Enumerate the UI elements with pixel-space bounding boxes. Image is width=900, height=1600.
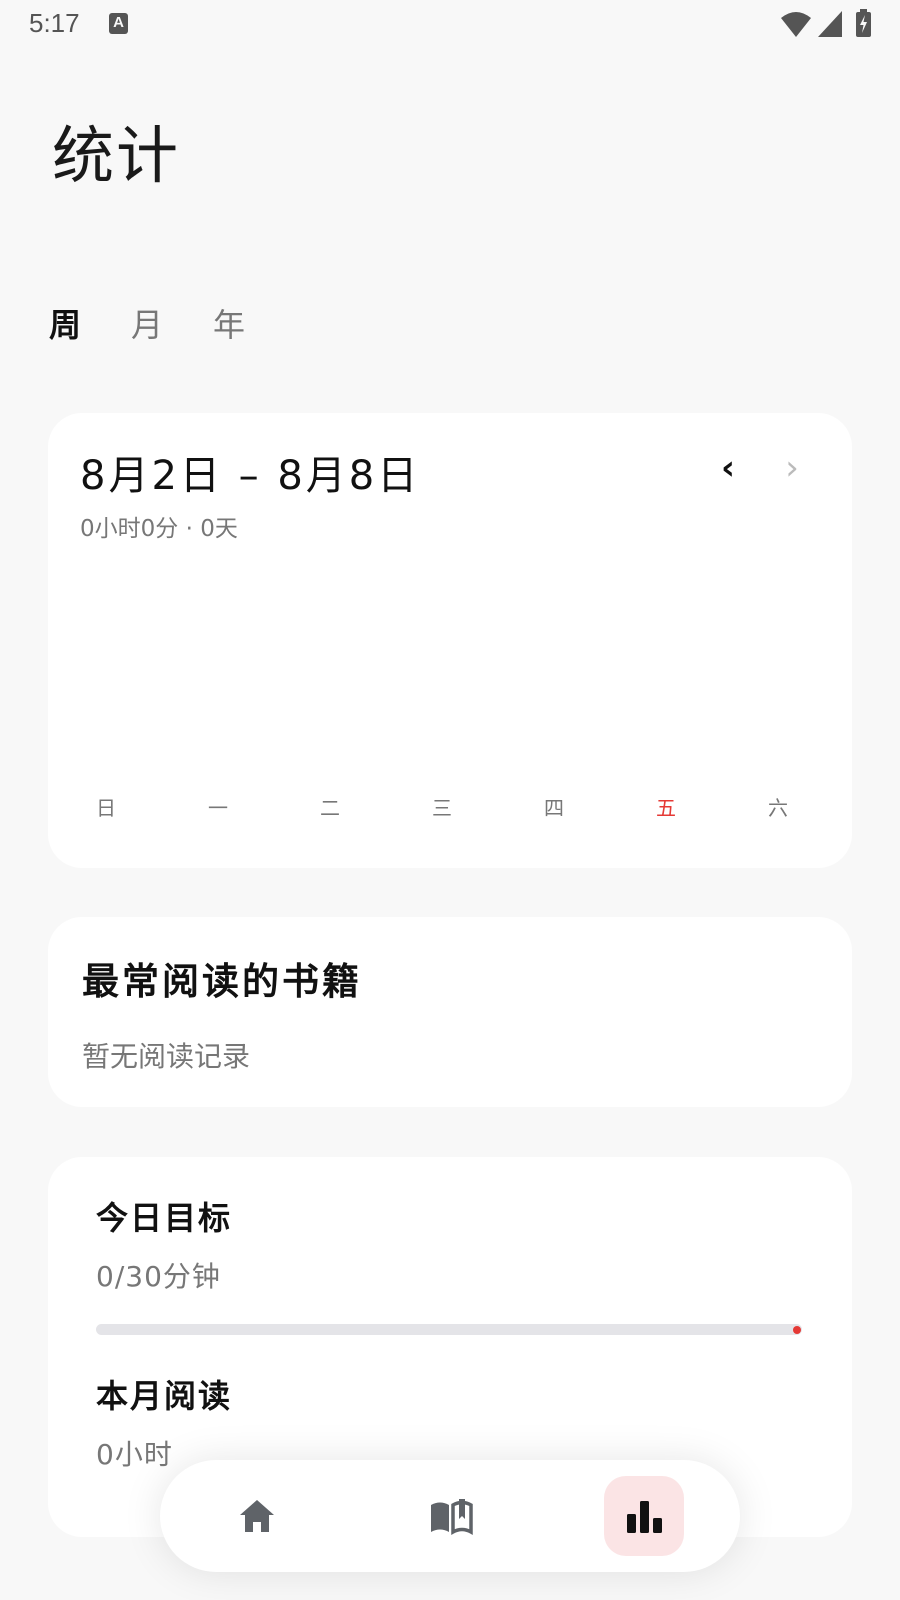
battery-icon	[856, 9, 871, 37]
book-icon	[431, 1499, 473, 1535]
most-read-books-card: 最常阅读的书籍 暂无阅读记录	[48, 917, 852, 1107]
no-records-text: 暂无阅读记录	[82, 1040, 251, 1073]
week-range: 8月2日 – 8月8日	[80, 453, 421, 499]
tab-week[interactable]: 周	[49, 300, 81, 350]
chart-day-label: 三	[432, 796, 452, 820]
tab-month[interactable]: 月	[131, 300, 163, 350]
chart-day-label: 六	[768, 796, 788, 820]
next-week-button[interactable]: ›	[772, 449, 812, 489]
chevron-right-icon: ›	[785, 448, 799, 488]
tab-year[interactable]: 年	[213, 300, 245, 350]
bottom-navigation	[160, 1460, 740, 1572]
most-read-books-title: 最常阅读的书籍	[82, 960, 362, 1003]
today-goal-progress-bar	[96, 1324, 802, 1335]
chart-day-label: 一	[208, 796, 228, 820]
nav-library-button[interactable]	[411, 1476, 491, 1556]
status-bar: 5:17 A	[0, 0, 900, 48]
weekly-stats-card: 8月2日 – 8月8日 0小时0分 · 0天 ‹ › 日 一 二 三 四 五 六	[48, 413, 852, 868]
week-summary: 0小时0分 · 0天	[80, 516, 238, 542]
progress-indicator	[793, 1326, 801, 1334]
month-reading-value: 0小时	[96, 1438, 173, 1471]
today-goal-title: 今日目标	[96, 1199, 233, 1237]
home-icon	[240, 1500, 274, 1532]
range-tabs: 周 月 年	[49, 300, 295, 350]
nav-stats-button[interactable]	[604, 1476, 684, 1556]
stats-icon	[627, 1501, 662, 1533]
chart-day-label: 二	[320, 796, 340, 820]
notification-icon: A	[109, 13, 128, 34]
chart-day-label: 五	[656, 796, 676, 820]
wifi-icon	[781, 12, 811, 37]
chevron-left-icon: ‹	[720, 448, 735, 488]
weekly-reading-chart: 日一二三四五六	[96, 796, 788, 820]
today-goal-value: 0/30分钟	[96, 1260, 221, 1293]
nav-home-button[interactable]	[217, 1476, 297, 1556]
month-reading-title: 本月阅读	[96, 1377, 233, 1415]
previous-week-button[interactable]: ‹	[708, 449, 748, 489]
status-time: 5:17	[29, 8, 80, 38]
chart-day-label: 日	[96, 796, 116, 820]
page-title: 统计	[52, 119, 181, 192]
chart-day-label: 四	[544, 796, 564, 820]
signal-icon	[818, 11, 842, 37]
